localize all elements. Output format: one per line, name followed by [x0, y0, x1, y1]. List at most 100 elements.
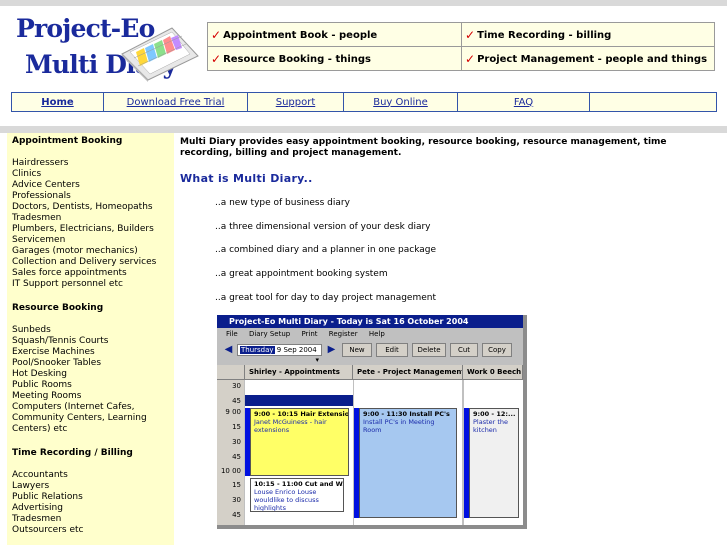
sidebar-heading-resource-booking[interactable]: Resource Booking: [12, 303, 169, 314]
date-value: 9 Sep 2004: [276, 346, 317, 354]
sidebar-item[interactable]: Squash/Tennis Courts: [12, 336, 169, 347]
sidebar-item[interactable]: Pool/Snooker Tables: [12, 358, 169, 369]
sidebar-item[interactable]: Advice Centers: [12, 180, 169, 191]
arrow-left-icon: ◀: [224, 344, 233, 355]
feature-grid: ✓ Appointment Book - people ✓ Time Recor…: [207, 22, 715, 71]
time-label: 15: [232, 481, 241, 489]
appointment-block: 9:00 - 10:15 Hair Extensions Janet McGui…: [250, 408, 349, 476]
feature-label: Project Management - people and things: [477, 53, 708, 65]
sidebar-item[interactable]: Collection and Delivery services: [12, 257, 169, 268]
menu-register: Register: [328, 330, 358, 338]
sidebar-item[interactable]: Tradesmen: [12, 514, 169, 525]
intro-paragraph: Multi Diary provides easy appointment bo…: [180, 137, 667, 158]
sidebar-heading-time-recording[interactable]: Time Recording / Billing: [12, 448, 169, 459]
nav-download-free-trial[interactable]: Download Free Trial: [104, 93, 248, 111]
sidebar-item[interactable]: Doctors, Dentists, Homeopaths: [12, 202, 169, 213]
sidebar-item[interactable]: Computers (Internet Cafes, Community Cen…: [12, 402, 169, 435]
sidebar-item[interactable]: Professionals: [12, 191, 169, 202]
feature-bullet: ..a new type of business diary: [215, 198, 350, 208]
diary-book-icon: [121, 27, 199, 82]
app-screenshot: Project-Eo Multi Diary - Today is Sat 16…: [217, 315, 527, 529]
section-heading: What is Multi Diary..: [180, 172, 313, 185]
tick-icon: ✓: [211, 52, 222, 66]
feature-label: Time Recording - billing: [477, 29, 612, 41]
nav-support[interactable]: Support: [248, 93, 344, 111]
sidebar: Appointment Booking Hairdressers Clinics…: [7, 133, 174, 545]
feature-resource-booking[interactable]: ✓ Resource Booking - things: [208, 47, 461, 71]
sidebar-item[interactable]: Accountants: [12, 470, 169, 481]
sidebar-item[interactable]: Garages (motor mechanics): [12, 246, 169, 257]
sidebar-item[interactable]: Clinics: [12, 169, 169, 180]
date-day: Thursday: [240, 346, 275, 354]
feature-bullet: ..a combined diary and a planner in one …: [215, 245, 437, 255]
feature-bullet: ..a three dimensional version of your de…: [215, 222, 431, 232]
time-label: 30: [232, 438, 241, 446]
logo[interactable]: Project-Eo Multi Diary: [6, 6, 202, 89]
time-label: 45: [232, 397, 241, 405]
app-edit-button: Edit: [376, 343, 408, 357]
sidebar-item[interactable]: Lawyers: [12, 481, 169, 492]
sidebar-item[interactable]: Hot Desking: [12, 369, 169, 380]
tick-icon: ✓: [465, 52, 476, 66]
time-label: 45: [232, 453, 241, 461]
feature-label: Resource Booking - things: [223, 53, 371, 65]
arrow-right-icon: ▶: [327, 344, 336, 355]
time-header: [217, 365, 245, 380]
app-cut-button: Cut: [450, 343, 478, 357]
sidebar-item[interactable]: Exercise Machines: [12, 347, 169, 358]
nav-buy-online[interactable]: Buy Online: [344, 93, 458, 111]
main-nav: Home Download Free Trial Support Buy Onl…: [11, 92, 717, 112]
appointment-block: 9:00 - 12:... Plaster the kitchen: [469, 408, 519, 518]
nav-empty-cell: [590, 93, 716, 111]
feature-label: Appointment Book - people: [223, 29, 378, 41]
tick-icon: ✓: [211, 28, 222, 42]
sidebar-item[interactable]: IT Support personnel etc: [12, 279, 169, 290]
nav-home[interactable]: Home: [12, 93, 104, 111]
sidebar-heading-appointment-booking[interactable]: Appointment Booking: [12, 136, 169, 147]
sidebar-item[interactable]: Public Rooms: [12, 380, 169, 391]
sidebar-item[interactable]: Sales force appointments: [12, 268, 169, 279]
feature-bullet: ..a great tool for day to day project ma…: [215, 293, 437, 303]
menu-file: File: [226, 330, 238, 338]
feature-time-recording[interactable]: ✓ Time Recording - billing: [462, 23, 715, 47]
feature-appointment-book[interactable]: ✓ Appointment Book - people: [208, 23, 461, 47]
app-copy-button: Copy: [482, 343, 512, 357]
appointment-time: 9:00 - 11:30 Install PC's: [363, 410, 450, 418]
menu-print: Print: [301, 330, 318, 338]
app-new-button: New: [342, 343, 372, 357]
appointment-block: 9:00 - 11:30 Install PC's Install PC's i…: [359, 408, 457, 518]
sidebar-item[interactable]: Hairdressers: [12, 158, 169, 169]
feature-bullet: ..a great appointment booking system: [215, 269, 388, 279]
sidebar-item[interactable]: Plumbers, Electricians, Builders: [12, 224, 169, 235]
sidebar-item[interactable]: Meeting Rooms: [12, 391, 169, 402]
time-column: 30 45 9 00 15 30 45 10 00 15 30 45: [217, 380, 244, 525]
app-menu-bar: File Diary Setup Print Register Help: [217, 328, 523, 340]
date-picker: Thursday 9 Sep 2004 ▾: [237, 344, 322, 364]
sidebar-item[interactable]: Servicemen: [12, 235, 169, 246]
appointment-desc: Install PC's in Meeting Room: [363, 418, 435, 434]
appointment-desc: Plaster the kitchen: [473, 418, 509, 434]
sidebar-item[interactable]: Advertising: [12, 503, 169, 514]
appointment-block: 10:15 - 11:00 Cut and W... Louse Enrico …: [250, 478, 344, 512]
time-label: 10 00: [220, 467, 241, 475]
feature-project-management[interactable]: ✓ Project Management - people and things: [462, 47, 715, 71]
section-divider: [0, 126, 727, 133]
app-toolbar: ◀ Thursday 9 Sep 2004 ▾ ▶ New Edit Delet…: [217, 342, 523, 364]
menu-diary-setup: Diary Setup: [248, 330, 291, 338]
appointment-time: 9:00 - 10:15 Hair Extensions: [254, 410, 349, 418]
app-delete-button: Delete: [412, 343, 446, 357]
time-slot-band: [245, 395, 353, 406]
time-label: 30: [232, 382, 241, 390]
time-label: 9 00: [225, 408, 241, 416]
time-label: 15: [232, 423, 241, 431]
column-header: Pete - Project Management: [353, 365, 463, 380]
sidebar-item[interactable]: Public Relations: [12, 492, 169, 503]
sidebar-item[interactable]: Tradesmen: [12, 213, 169, 224]
appointment-desc: Louse Enrico Louse wouldlike to discuss …: [254, 488, 319, 512]
sidebar-item[interactable]: Outsourcers etc: [12, 525, 169, 536]
appointment-time: 10:15 - 11:00 Cut and W...: [254, 480, 344, 488]
sidebar-item[interactable]: Sunbeds: [12, 325, 169, 336]
app-title-bar: Project-Eo Multi Diary - Today is Sat 16…: [217, 315, 523, 328]
nav-faq[interactable]: FAQ: [458, 93, 590, 111]
tick-icon: ✓: [465, 28, 476, 42]
